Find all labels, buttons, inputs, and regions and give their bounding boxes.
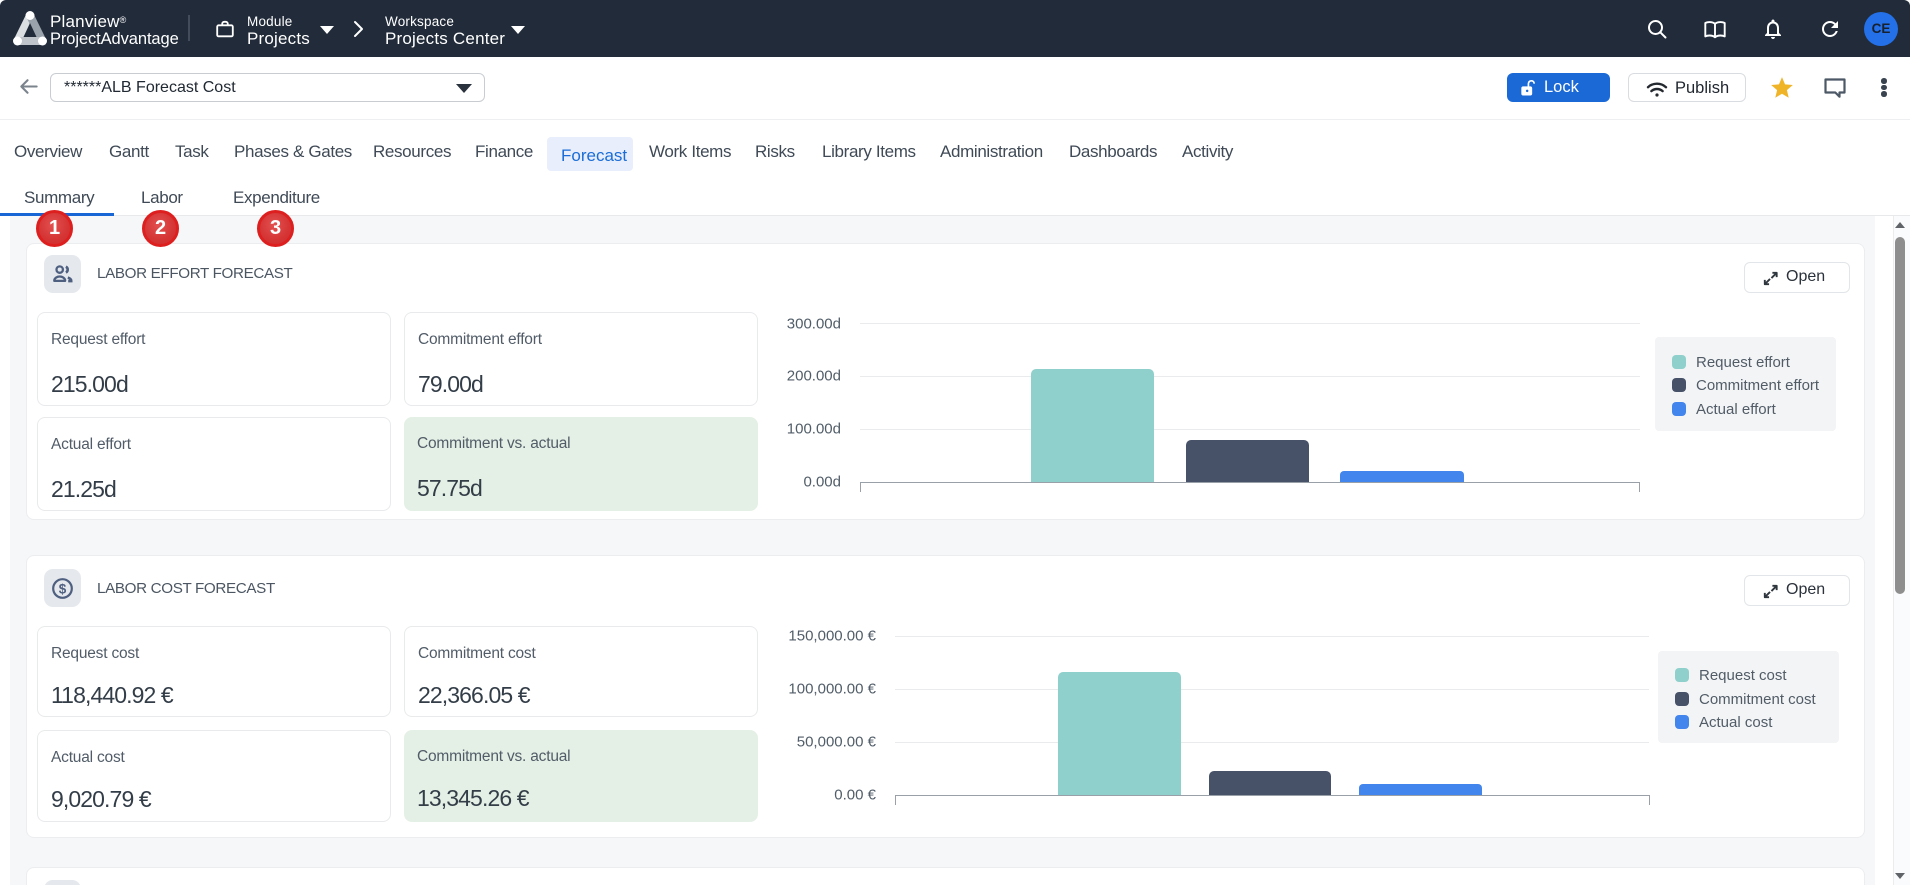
svg-text:$: $ [59, 581, 67, 596]
